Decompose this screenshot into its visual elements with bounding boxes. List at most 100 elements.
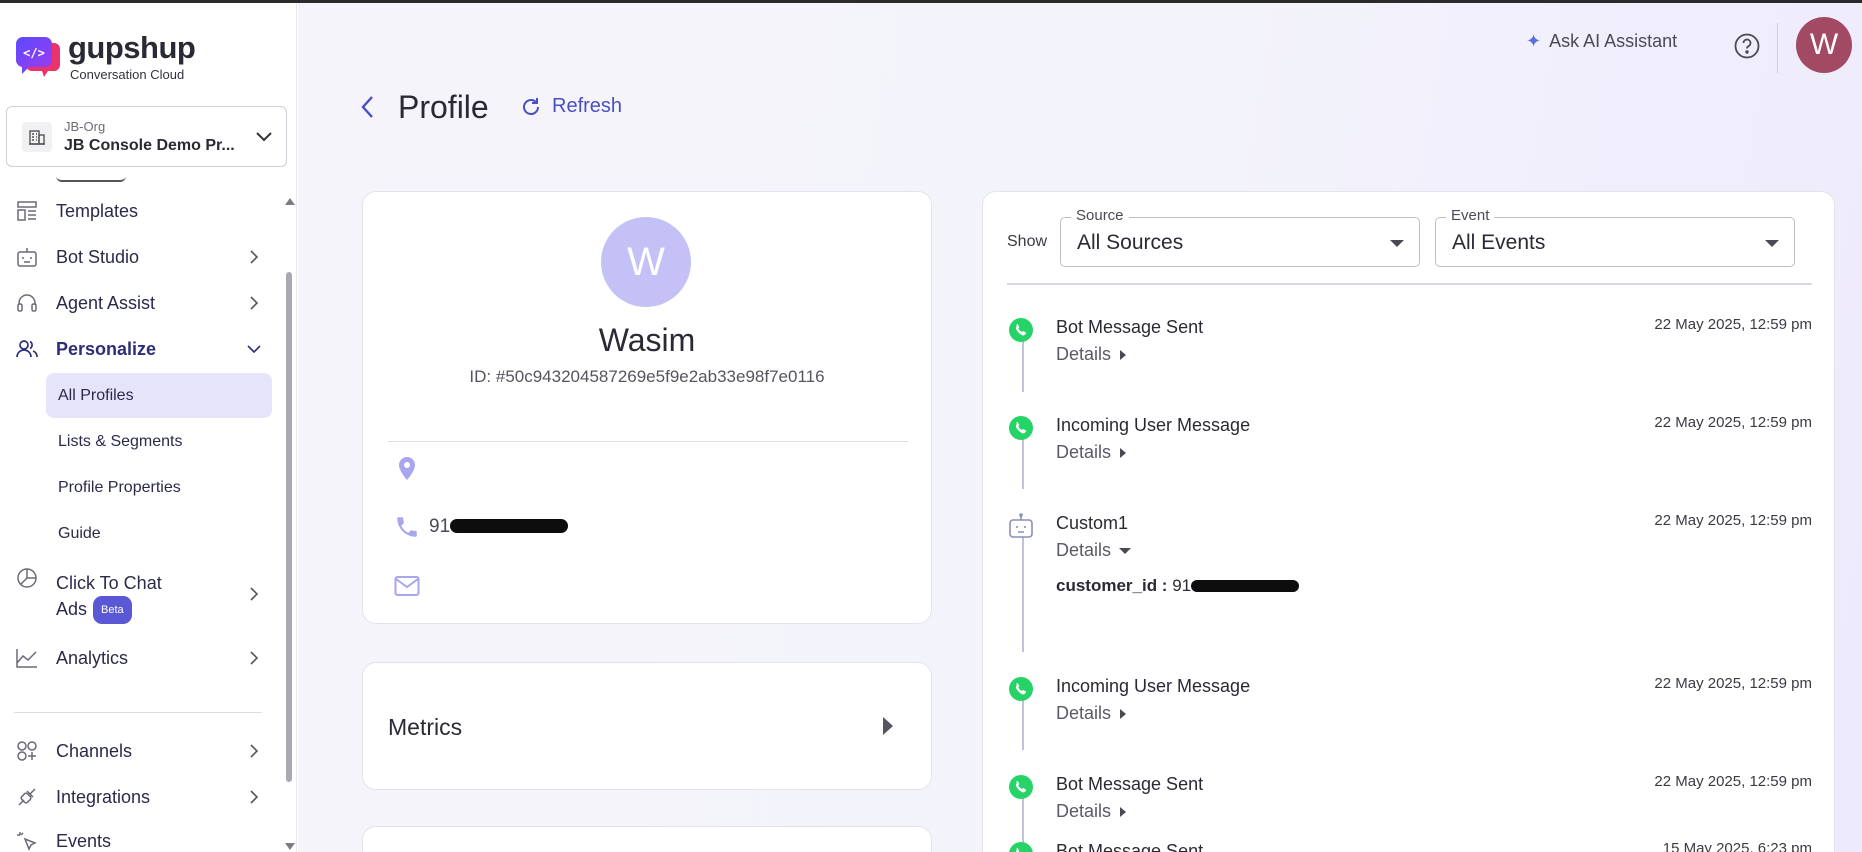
sidebar-scrollbar[interactable] <box>284 193 295 852</box>
caret-down-icon <box>1119 547 1132 554</box>
sidebar-subitem-label: All Profiles <box>58 386 134 404</box>
sidebar-item-label-line2: Ads <box>56 599 88 619</box>
details-label: Details <box>1056 703 1112 723</box>
whatsapp-icon <box>1007 840 1035 852</box>
org-label: JB-Org <box>64 118 106 134</box>
whatsapp-icon <box>1007 316 1035 344</box>
brand-logo[interactable]: </> gupshup Conversation Cloud <box>14 30 196 82</box>
sidebar-item-events[interactable]: Events <box>0 821 283 852</box>
event-details-toggle[interactable]: Details <box>1056 442 1127 463</box>
event-title: Bot Message Sent <box>1056 317 1204 337</box>
bot-icon <box>1007 512 1035 540</box>
sidebar: </> gupshup Conversation Cloud JB-Org JB… <box>0 3 297 852</box>
chevron-down-icon <box>250 131 278 142</box>
sidebar-subitem-label: Profile Properties <box>58 478 181 496</box>
event-time: 22 May 2025, 12:59 pm <box>1654 316 1812 333</box>
dropdown-arrow-icon <box>1390 240 1404 247</box>
refresh-label: Refresh <box>552 95 623 117</box>
event-details-toggle[interactable]: Details <box>1056 801 1127 822</box>
redacted-mark <box>450 519 569 533</box>
caret-right-icon <box>1120 349 1127 360</box>
brand-name: gupshup <box>68 30 196 65</box>
phone-prefix: 91 <box>429 516 451 537</box>
sidebar-item-channels[interactable]: Channels <box>0 731 283 771</box>
event-details-toggle[interactable]: Details <box>1056 344 1127 365</box>
sidebar-subitem-lists-segments[interactable]: Lists & Segments <box>46 419 272 464</box>
event-time: 15 May 2025, 6:23 pm <box>1662 840 1812 852</box>
sidebar-subitem-profile-properties[interactable]: Profile Properties <box>46 465 272 510</box>
chevron-right-icon <box>244 293 264 313</box>
timeline-connector <box>1022 700 1024 750</box>
line-chart-icon <box>15 646 39 670</box>
timeline-connector <box>1022 439 1024 489</box>
pie-chart-icon <box>15 566 39 590</box>
org-selector[interactable]: JB-Org JB Console Demo Pr... <box>6 106 287 167</box>
svg-text:</>: </> <box>23 46 45 60</box>
chevron-right-icon <box>244 247 264 267</box>
caret-right-icon <box>1120 806 1127 817</box>
help-icon[interactable] <box>1733 32 1761 60</box>
timeline-connector <box>1022 537 1024 652</box>
details-label: Details <box>1056 344 1112 364</box>
redacted-mark <box>1191 580 1300 592</box>
event-property-key: customer_id : <box>1056 576 1168 595</box>
headset-icon <box>15 291 39 315</box>
sidebar-item-templates[interactable]: Templates <box>0 191 283 231</box>
refresh-button[interactable]: Refresh <box>520 95 622 118</box>
building-icon <box>22 121 52 152</box>
event-time: 22 May 2025, 12:59 pm <box>1654 773 1812 790</box>
user-avatar[interactable]: W <box>1796 17 1852 73</box>
sidebar-item-label-line1: Click To Chat <box>56 573 162 593</box>
event-property: customer_id : 91 <box>1056 576 1300 596</box>
sidebar-subitem-all-profiles[interactable]: All Profiles <box>46 373 272 418</box>
metrics-card[interactable]: Metrics <box>362 662 932 790</box>
event-title: Incoming User Message <box>1056 676 1251 696</box>
ask-ai-assistant-button[interactable]: ✦ Ask AI Assistant <box>1526 31 1677 52</box>
beta-badge: Beta <box>93 596 132 624</box>
profile-section-card <box>362 826 932 852</box>
whatsapp-icon <box>1007 414 1035 442</box>
timeline-connector <box>1022 341 1024 392</box>
clipped-nav-item <box>56 177 136 183</box>
phone-value: 91 <box>429 516 569 538</box>
sidebar-subitem-label: Lists & Segments <box>58 432 183 450</box>
event-select[interactable]: Event All Events <box>1435 207 1795 267</box>
profile-name: Wasim <box>598 322 696 358</box>
event-time: 22 May 2025, 12:59 pm <box>1654 675 1812 692</box>
event-select-value: All Events <box>1452 231 1546 254</box>
sidebar-item-analytics[interactable]: Analytics <box>0 638 283 678</box>
details-label: Details <box>1056 540 1112 560</box>
profile-id: ID: #50c943204587269e5f9e2ab33e98f7e0116 <box>469 367 825 386</box>
scroll-thumb[interactable] <box>286 272 292 782</box>
events-divider <box>1007 283 1812 285</box>
sidebar-item-label: Click To Chat Ads Beta <box>56 570 162 624</box>
sidebar-subitem-guide[interactable]: Guide <box>46 511 272 556</box>
show-label: Show <box>1007 233 1048 250</box>
mail-icon <box>393 572 421 600</box>
sidebar-item-click-to-chat-ads[interactable]: Click To Chat Ads Beta <box>0 566 283 624</box>
sidebar-subitem-label: Guide <box>58 524 101 542</box>
sidebar-item-personalize[interactable]: Personalize <box>0 329 283 369</box>
sidebar-item-agent-assist[interactable]: Agent Assist <box>0 283 283 323</box>
header-divider <box>1777 23 1778 73</box>
source-select-value: All Sources <box>1077 231 1184 254</box>
back-arrow-icon[interactable] <box>358 94 378 120</box>
details-label: Details <box>1056 801 1112 821</box>
sidebar-item-label: Analytics <box>56 647 129 668</box>
sidebar-item-label: Bot Studio <box>56 246 140 267</box>
whatsapp-icon <box>1007 675 1035 703</box>
event-details-toggle[interactable]: Details <box>1056 703 1127 724</box>
scroll-up-arrow-icon[interactable] <box>285 198 295 205</box>
location-row <box>393 455 421 483</box>
sidebar-item-integrations[interactable]: Integrations <box>0 777 283 817</box>
dropdown-arrow-icon <box>1765 240 1779 247</box>
scroll-down-arrow-icon[interactable] <box>285 843 295 850</box>
source-select[interactable]: Source All Sources <box>1060 207 1420 267</box>
sidebar-item-bot-studio[interactable]: Bot Studio <box>0 237 283 277</box>
event-select-label: Event <box>1446 207 1495 224</box>
sidebar-item-label: Integrations <box>56 786 151 807</box>
event-property-value: 91 <box>1172 576 1192 595</box>
page-title: Profile <box>398 89 489 125</box>
bot-icon <box>15 245 39 269</box>
event-details-toggle[interactable]: Details <box>1056 540 1132 561</box>
